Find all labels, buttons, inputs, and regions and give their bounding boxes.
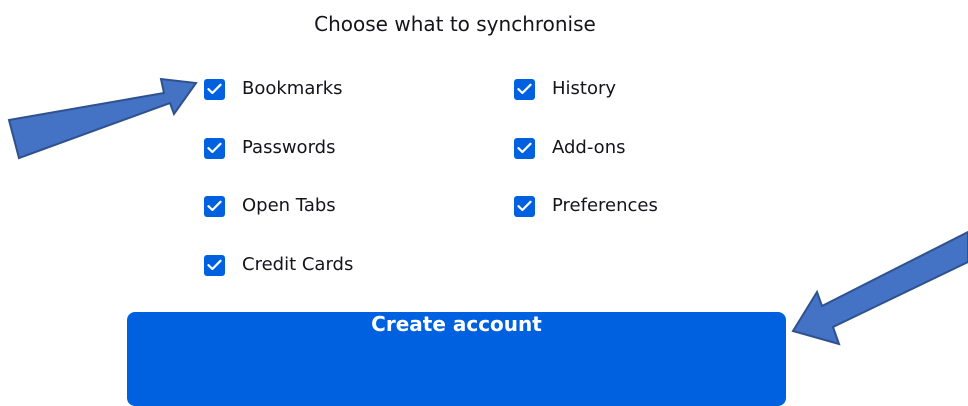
annotation-arrow-create-account-icon — [791, 230, 968, 346]
annotation-arrow-bookmarks-icon — [7, 77, 198, 160]
annotation-arrows — [7, 77, 968, 346]
